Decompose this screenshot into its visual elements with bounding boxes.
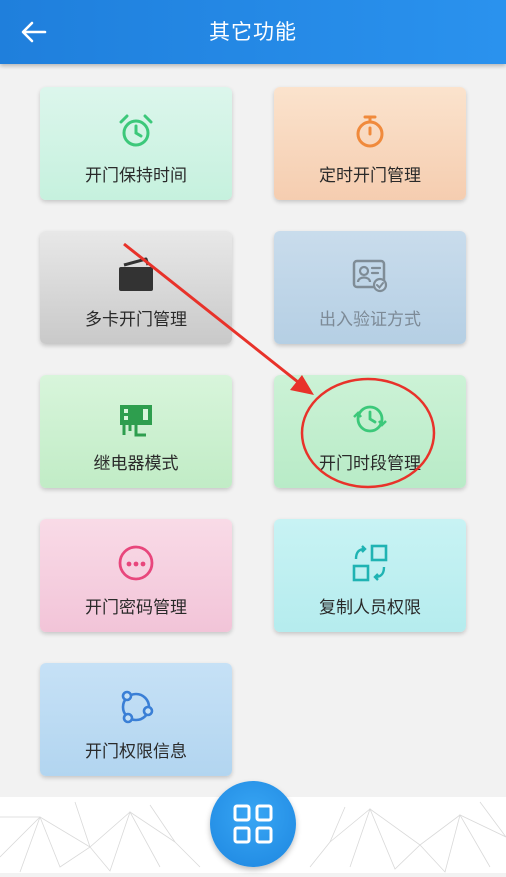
top-bar: 其它功能 xyxy=(0,0,506,64)
page-title: 其它功能 xyxy=(209,20,297,44)
password-dots-icon xyxy=(118,545,154,581)
id-card-verify-icon xyxy=(352,259,388,293)
copy-arrows-icon xyxy=(352,544,388,582)
tile-label: 开门密码管理 xyxy=(85,598,187,618)
tile-label: 复制人员权限 xyxy=(319,598,421,618)
alarm-clock-icon xyxy=(119,114,153,147)
clock-cycle-icon xyxy=(353,405,387,433)
tile-label: 开门时段管理 xyxy=(319,454,421,474)
share-nodes-icon xyxy=(121,690,154,724)
tile-label: 多卡开门管理 xyxy=(85,310,187,330)
grid-four-icon xyxy=(233,804,273,844)
stopwatch-icon xyxy=(356,115,384,148)
tile-timed-open[interactable]: 定时开门管理 xyxy=(274,87,466,200)
tile-relay-mode[interactable]: 继电器模式 xyxy=(40,375,232,488)
tile-verify-mode[interactable]: 出入验证方式 xyxy=(274,231,466,344)
tile-label: 定时开门管理 xyxy=(319,166,421,186)
tile-label: 出入验证方式 xyxy=(319,310,421,330)
tile-password[interactable]: 开门密码管理 xyxy=(40,519,232,632)
menu-grid-button[interactable] xyxy=(210,781,296,867)
tile-permission-info[interactable]: 开门权限信息 xyxy=(40,663,232,776)
tile-label: 开门保持时间 xyxy=(85,166,187,186)
tile-copy-permission[interactable]: 复制人员权限 xyxy=(274,519,466,632)
tile-keep-open-time[interactable]: 开门保持时间 xyxy=(40,87,232,200)
tile-open-period[interactable]: 开门时段管理 xyxy=(274,375,466,488)
tile-multi-card[interactable]: 多卡开门管理 xyxy=(40,231,232,344)
relay-chip-icon xyxy=(120,405,152,437)
card-stack-icon xyxy=(119,257,153,291)
tile-label: 继电器模式 xyxy=(93,454,179,474)
tile-label: 开门权限信息 xyxy=(85,742,187,762)
